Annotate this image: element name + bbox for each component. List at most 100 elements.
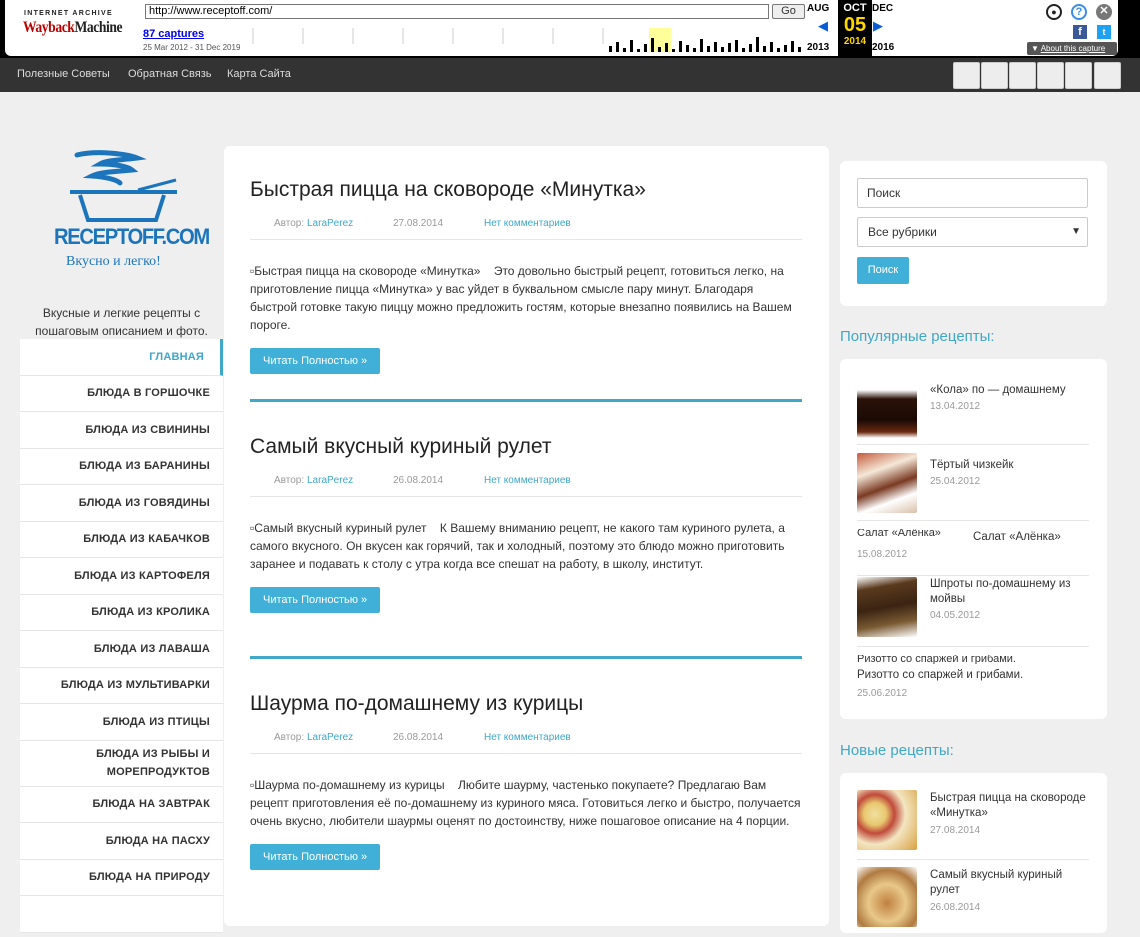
facebook-icon[interactable]: f	[1073, 25, 1087, 39]
list-item[interactable]: Ризотто со спаржей и грибами. Ризотто со…	[857, 655, 1089, 703]
social-button-4[interactable]	[1037, 62, 1064, 89]
captures-range: 25 Mar 2012 - 31 Dec 2019	[143, 43, 241, 52]
author-link[interactable]: LaraPerez	[307, 475, 353, 486]
wayback-url-input[interactable]: http://www.receptoff.com/	[145, 4, 769, 19]
capture-bar	[791, 41, 794, 52]
nav-link-feedback[interactable]: Обратная Связь	[128, 68, 212, 80]
recipe-thumbnail[interactable]	[857, 378, 917, 438]
twitter-icon[interactable]: t	[1097, 25, 1111, 39]
recipe-date: 04.05.2012	[930, 610, 981, 621]
wayback-go-button[interactable]: Go	[772, 4, 805, 19]
next-arrow-icon[interactable]: ▶	[873, 18, 883, 34]
next-month[interactable]: DEC	[872, 3, 893, 14]
list-item[interactable]: Салат «Алёнка» Салат «Алёнка» 15.08.2012	[857, 529, 1089, 576]
post-title[interactable]: Быстрая пицца на сковороде «Минутка»	[250, 178, 802, 202]
recipe-title[interactable]: Быстрая пицца на сковороде «Минутка»	[930, 791, 1089, 821]
list-item[interactable]: «Кола» по — домашнему 13.04.2012	[857, 378, 1089, 445]
comments-link[interactable]: Нет комментариев	[484, 732, 571, 743]
menu-item[interactable]: БЛЮДА ИЗ ЛАВАША	[20, 631, 223, 668]
capture-bar	[637, 49, 640, 52]
read-more-button[interactable]: Читать Полностью »	[250, 844, 381, 870]
recipe-thumbnail[interactable]	[857, 790, 917, 850]
social-button-5[interactable]	[1065, 62, 1092, 89]
capture-bar	[707, 46, 710, 52]
nav-link-tips[interactable]: Полезные Советы	[17, 68, 110, 80]
comments-link[interactable]: Нет комментариев	[484, 475, 571, 486]
close-icon[interactable]: ✕	[1096, 4, 1112, 20]
wayback-logo[interactable]: WaybackMachine	[23, 19, 123, 37]
user-icon[interactable]: ●	[1046, 4, 1062, 20]
recipe-title[interactable]: «Кола» по — домашнему	[930, 383, 1066, 398]
menu-item[interactable]: БЛЮДА ИЗ КАРТОФЕЛЯ	[20, 558, 223, 595]
current-year: 2014	[843, 36, 867, 47]
recipe-date: 13.04.2012	[930, 401, 981, 412]
site-logo[interactable]: RECEPTOFF.COM Вкусно и легко!	[52, 150, 210, 270]
menu-item-home[interactable]: ГЛАВНАЯ	[20, 339, 223, 376]
list-item[interactable]: Самый вкусный куриный рулет 26.08.2014	[857, 867, 1089, 937]
list-item[interactable]: Тёртый чизкейк 25.04.2012	[857, 453, 1089, 521]
triangle-down-icon: ▼	[1031, 44, 1041, 53]
author-label: Автор:	[274, 475, 305, 486]
post-title[interactable]: Самый вкусный куриный рулет	[250, 435, 802, 459]
captures-link[interactable]: 87 captures	[143, 28, 204, 40]
post-date: 27.08.2014	[393, 218, 444, 229]
author-link[interactable]: LaraPerez	[307, 218, 353, 229]
social-button-1[interactable]	[953, 62, 980, 89]
menu-item[interactable]	[20, 896, 223, 933]
post-image-alt: Самый вкусный куриный рулет	[254, 521, 427, 535]
capture-bar	[630, 40, 633, 52]
help-icon[interactable]: ?	[1071, 4, 1087, 20]
menu-item[interactable]: БЛЮДА ИЗ БАРАНИНЫ	[20, 449, 223, 485]
current-day: 05	[843, 14, 867, 36]
recipe-title[interactable]: Тёртый чизкейк	[930, 458, 1013, 473]
nav-link-sitemap[interactable]: Карта Сайта	[227, 68, 291, 80]
post-meta: Автор: LaraPerez 27.08.2014 Нет коммента…	[250, 218, 802, 240]
capture-bar	[665, 43, 668, 52]
recipe-thumbnail[interactable]	[857, 453, 917, 513]
menu-item[interactable]: БЛЮДА ИЗ МУЛЬТИВАРКИ	[20, 668, 223, 704]
social-button-2[interactable]	[981, 62, 1008, 89]
recipe-thumbnail[interactable]	[857, 577, 917, 637]
menu-item[interactable]: БЛЮДА ИЗ СВИНИНЫ	[20, 412, 223, 449]
post-title[interactable]: Шаурма по-домашнему из курицы	[250, 692, 802, 716]
capture-bar	[609, 46, 612, 52]
social-button-6[interactable]	[1094, 62, 1121, 89]
prev-year[interactable]: 2013	[807, 42, 829, 53]
post-meta: Автор: LaraPerez 26.08.2014 Нет коммента…	[250, 475, 802, 497]
comments-link[interactable]: Нет комментариев	[484, 218, 571, 229]
list-item[interactable]: Шпроты по-домашнему из мойвы 04.05.2012	[857, 577, 1089, 647]
logo-subtitle: Вкусно и легко!	[66, 254, 161, 269]
menu-item[interactable]: БЛЮДА В ГОРШОЧКЕ	[20, 376, 223, 412]
post-image-alt: Быстрая пицца на сковороде «Минутка»	[254, 264, 481, 278]
menu-item[interactable]: БЛЮДА НА ПАСХУ	[20, 823, 223, 860]
recipe-title[interactable]: Самый вкусный куриный рулет	[930, 868, 1089, 898]
menu-item[interactable]: БЛЮДА ИЗ РЫБЫ И МОРЕПРОДУКТОВ	[20, 741, 223, 787]
recipe-title[interactable]: Шпроты по-домашнему из мойвы	[930, 577, 1089, 607]
recipe-date: 15.08.2012	[857, 549, 908, 560]
prev-month[interactable]: AUG	[807, 3, 829, 14]
menu-item[interactable]: БЛЮДА ИЗ КРОЛИКА	[20, 595, 223, 631]
menu-item[interactable]: БЛЮДА ИЗ ГОВЯДИНЫ	[20, 485, 223, 522]
about-capture-link[interactable]: ▼ About this capture	[1027, 42, 1117, 55]
menu-item[interactable]: БЛЮДА ИЗ ПТИЦЫ	[20, 704, 223, 741]
social-button-3[interactable]	[1009, 62, 1036, 89]
search-input[interactable]: Поиск	[857, 178, 1088, 208]
author-link[interactable]: LaraPerez	[307, 732, 353, 743]
capture-bar	[616, 42, 619, 52]
menu-item[interactable]: БЛЮДА ИЗ КАБАЧКОВ	[20, 522, 223, 558]
search-button[interactable]: Поиск	[857, 257, 909, 284]
read-more-button[interactable]: Читать Полностью »	[250, 587, 381, 613]
menu-item[interactable]: БЛЮДА НА ПРИРОДУ	[20, 860, 223, 896]
menu-item[interactable]: БЛЮДА НА ЗАВТРАК	[20, 787, 223, 823]
next-year[interactable]: 2016	[872, 42, 894, 53]
capture-timeline[interactable]	[245, 22, 808, 52]
recipe-title[interactable]: Салат «Алёнка»	[973, 530, 1061, 545]
recipe-thumbnail[interactable]	[857, 867, 917, 927]
category-select[interactable]: Все рубрики ▼	[857, 217, 1088, 247]
prev-arrow-icon[interactable]: ◀	[818, 18, 828, 34]
popular-heading: Популярные рецепты:	[840, 328, 995, 345]
read-more-button[interactable]: Читать Полностью »	[250, 348, 381, 374]
capture-bar	[644, 44, 647, 52]
recipe-title[interactable]: Ризотто со спаржей и грибами.	[857, 668, 1023, 683]
list-item[interactable]: Быстрая пицца на сковороде «Минутка» 27.…	[857, 790, 1089, 860]
